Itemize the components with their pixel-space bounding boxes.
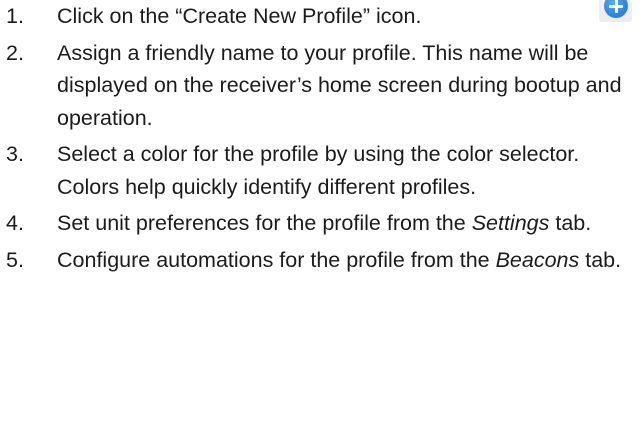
step-text-before: Set unit preferences for the profile fro… <box>57 211 472 235</box>
step-item-5: 5. Configure automations for the profile… <box>0 244 644 277</box>
step-text: Assign a friendly name to your profile. … <box>57 40 622 130</box>
settings-tab-reference: Settings <box>471 211 550 235</box>
step-number: 3. <box>6 142 24 166</box>
beacons-tab-reference: Beacons <box>495 247 580 272</box>
step-item-3: 3. Select a color for the profile by usi… <box>0 138 644 203</box>
step-number: 1. <box>6 4 24 28</box>
steps-list: 1. Click on the “Create New Profile” ico… <box>0 0 644 276</box>
step-item-4: 4. Set unit preferences for the profile … <box>0 207 644 240</box>
step-text-before: Configure automations for the profile fr… <box>57 247 496 272</box>
step-item-2: 2. Assign a friendly name to your profil… <box>0 37 644 135</box>
step-item-1: 1. Click on the “Create New Profile” ico… <box>0 0 644 33</box>
step-text: Set unit preferences for the profile fro… <box>57 211 591 235</box>
step-text-after: tab. <box>579 247 622 272</box>
step-text-after: tab. <box>549 211 592 235</box>
step-number: 5. <box>6 247 24 272</box>
step-text: Select a color for the profile by using … <box>57 142 580 199</box>
instructions-document: 1. Click on the “Create New Profile” ico… <box>0 0 644 421</box>
step-text: Click on the “Create New Profile” icon. <box>57 4 422 28</box>
step-number: 2. <box>6 40 24 65</box>
step-number: 4. <box>6 211 24 235</box>
step-text: Configure automations for the profile fr… <box>57 248 621 272</box>
